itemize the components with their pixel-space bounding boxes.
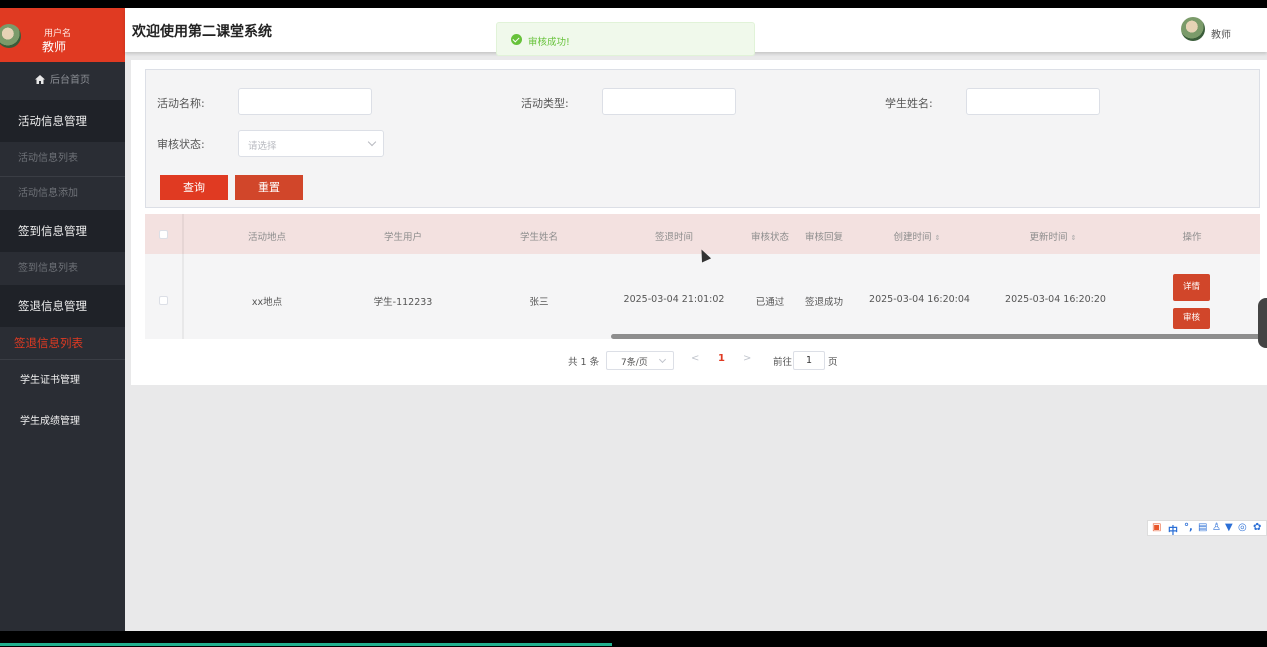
student-name-label: 学生姓名: <box>885 97 933 110</box>
fixed-column-shadow <box>182 214 184 340</box>
column-header-review-status: 审核状态 <box>750 232 789 243</box>
cell-review-reply: 签退成功 <box>804 297 843 308</box>
ime-toolbar[interactable]: ▣ 中 °, ▤ ♙ ▼ ◎ ✿ <box>1147 520 1267 537</box>
page-title: 欢迎使用第二课堂系统 <box>132 24 272 40</box>
sort-icon[interactable]: ⇕ <box>935 234 941 242</box>
select-placeholder: 请选择 <box>248 141 277 152</box>
avatar[interactable] <box>1181 17 1205 41</box>
review-button[interactable]: 审核 <box>1173 308 1210 329</box>
ime-keyboard-icon: ▤ <box>1198 522 1208 533</box>
sidebar-role: 教师 <box>42 40 67 54</box>
cell-review-status: 已通过 <box>755 297 785 308</box>
ime-settings-icon: ✿ <box>1253 522 1262 533</box>
next-page-icon[interactable]: > <box>743 353 751 364</box>
cell-updated: 2025-03-04 16:20:20 <box>1005 294 1106 305</box>
side-panel-handle[interactable] <box>1258 298 1267 348</box>
goto-label: 前往 <box>773 357 793 368</box>
avatar <box>0 24 21 48</box>
home-icon <box>35 75 45 84</box>
goto-suffix: 页 <box>828 357 838 368</box>
ime-chinese-icon: 中 <box>1168 526 1178 537</box>
chevron-down-icon <box>367 137 377 147</box>
sidebar-item-activity-add[interactable]: 活动信息添加 <box>0 177 125 210</box>
column-header-updated[interactable]: 更新时间 ⇕ <box>1003 229 1103 243</box>
ime-skin-icon: ▼ <box>1225 522 1233 533</box>
row-checkbox[interactable] <box>159 296 168 305</box>
sidebar-user-card: 用户名 教师 <box>0 8 125 62</box>
sidebar: 用户名 教师 后台首页 活动信息管理 活动信息列表 活动信息添加 签到信息管理 … <box>0 8 125 631</box>
cell-location: xx地点 <box>251 297 283 308</box>
sidebar-item-signout-list[interactable]: 签退信息列表 <box>0 327 125 359</box>
sidebar-item-signin-list[interactable]: 签到信息列表 <box>0 252 125 285</box>
ime-tool-icon: ◎ <box>1238 522 1247 533</box>
column-header-student-name: 学生姓名 <box>519 232 558 243</box>
success-check-icon <box>511 34 522 45</box>
query-button[interactable]: 查询 <box>160 175 228 200</box>
toast-message: 审核成功! <box>528 37 570 48</box>
app-window: 用户名 教师 后台首页 活动信息管理 活动信息列表 活动信息添加 签到信息管理 … <box>0 8 1267 631</box>
reset-button[interactable]: 重置 <box>235 175 303 200</box>
cell-student-user: 学生-112233 <box>373 297 433 308</box>
page-size-select[interactable]: 7条/页 <box>606 351 674 370</box>
prev-page-icon[interactable]: < <box>691 353 699 364</box>
activity-name-input[interactable] <box>238 88 372 115</box>
page-size-value: 7条/页 <box>621 358 648 368</box>
sidebar-item-label: 后台首页 <box>50 75 90 86</box>
cell-student-name: 张三 <box>529 297 549 308</box>
activity-name-label: 活动名称: <box>157 97 205 110</box>
column-header-actions: 操作 <box>1182 232 1202 243</box>
review-status-label: 审核状态: <box>157 138 205 151</box>
header-username[interactable]: 教师 <box>1211 26 1231 41</box>
pagination-total: 共 1 条 <box>568 357 600 368</box>
sidebar-group-signin[interactable]: 签到信息管理 <box>0 210 125 252</box>
column-header-student-user: 学生用户 <box>383 232 422 243</box>
sidebar-group-signout[interactable]: 签退信息管理 <box>0 285 125 327</box>
sidebar-group-activity[interactable]: 活动信息管理 <box>0 100 125 142</box>
column-header-created[interactable]: 创建时间 ⇕ <box>867 229 967 243</box>
sidebar-item-certificates[interactable]: 学生证书管理 <box>0 360 125 402</box>
activity-type-input[interactable] <box>602 88 736 115</box>
success-toast: 审核成功! <box>496 22 755 56</box>
search-form: 活动名称: 活动类型: 学生姓名: 审核状态: 请选择 查询 重置 <box>145 69 1260 208</box>
column-header-location: 活动地点 <box>247 232 286 243</box>
column-header-label: 更新时间 <box>1029 232 1068 243</box>
cell-signout-time: 2025-03-04 21:01:02 <box>623 294 725 305</box>
select-all-checkbox[interactable] <box>159 230 168 239</box>
cell-created: 2025-03-04 16:20:04 <box>869 294 970 305</box>
column-header-review-reply: 审核回复 <box>804 232 843 243</box>
sidebar-item-activity-list[interactable]: 活动信息列表 <box>0 142 125 176</box>
column-header-signout-time: 签退时间 <box>654 232 693 243</box>
ime-punct-icon: °, <box>1184 522 1193 533</box>
sidebar-item-home[interactable]: 后台首页 <box>0 62 125 100</box>
data-table: 活动地点 学生用户 学生姓名 签退时间 审核状态 审核回复 创建时间 ⇕ 更新时间… <box>145 214 1260 340</box>
video-progress-bar <box>0 643 612 646</box>
goto-page-input[interactable]: 1 <box>793 351 825 370</box>
column-header-label: 创建时间 <box>893 232 932 243</box>
chevron-down-icon <box>658 355 667 364</box>
detail-button[interactable]: 详情 <box>1173 274 1210 301</box>
activity-type-label: 活动类型: <box>521 97 569 110</box>
sort-icon[interactable]: ⇕ <box>1071 234 1077 242</box>
student-name-input[interactable] <box>966 88 1100 115</box>
page-number-current[interactable]: 1 <box>718 353 725 364</box>
ime-user-icon: ♙ <box>1212 522 1221 533</box>
ime-logo-icon: ▣ <box>1152 522 1162 533</box>
pagination: 共 1 条 7条/页 < 1 > 前往 1 页 <box>131 339 1267 385</box>
sidebar-item-grades[interactable]: 学生成绩管理 <box>0 402 125 442</box>
review-status-select[interactable]: 请选择 <box>238 130 384 157</box>
